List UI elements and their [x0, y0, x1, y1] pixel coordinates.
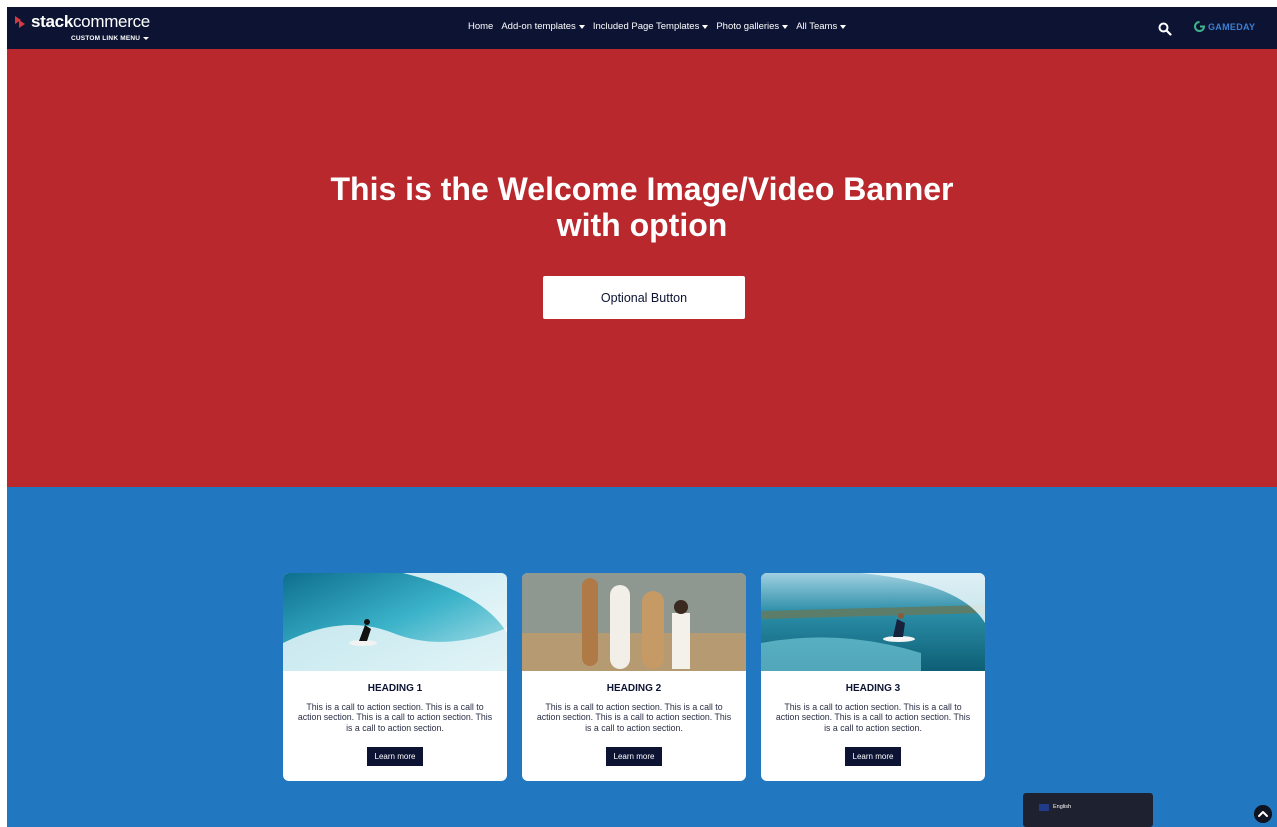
- caret-down-icon: [840, 24, 847, 29]
- caret-down-icon: [782, 24, 789, 29]
- nav-add-on-templates[interactable]: Add-on templates: [501, 21, 585, 32]
- gameday-logo[interactable]: GAMEDAY: [1194, 21, 1255, 32]
- caret-down-icon: [702, 24, 709, 29]
- nav-included-page-templates-label: Included Page Templates: [592, 21, 700, 32]
- card-2-learn-more-button[interactable]: Learn more: [606, 747, 662, 766]
- nav-photo-galleries[interactable]: Photo galleries: [716, 21, 789, 32]
- gameday-mark-icon: [1194, 21, 1205, 32]
- hero-title-line-1: This is the Welcome Image/Video Banner: [330, 171, 954, 207]
- cta-card-2: HEADING 2 This is a call to action secti…: [522, 573, 746, 781]
- page-frame: stackcommerce CUSTOM LINK MENU Home Add-…: [7, 7, 1277, 827]
- custom-link-menu[interactable]: CUSTOM LINK MENU: [71, 35, 150, 42]
- nav-add-on-templates-label: Add-on templates: [501, 21, 576, 32]
- chevron-up-icon[interactable]: [1254, 805, 1272, 823]
- custom-link-menu-label: CUSTOM LINK MENU: [71, 35, 141, 42]
- card-1-learn-more-button[interactable]: Learn more: [367, 747, 423, 766]
- nav-included-page-templates[interactable]: Included Page Templates: [593, 21, 709, 32]
- optional-button[interactable]: Optional Button: [543, 276, 745, 319]
- language-label: English: [1053, 804, 1072, 810]
- brand-name: stackcommerce: [31, 12, 150, 32]
- call-to-action-section: HEADING 1 This is a call to action secti…: [7, 487, 1277, 827]
- surfer-wave-image: [283, 573, 507, 671]
- language-selector[interactable]: English: [1023, 793, 1153, 827]
- cta-card-3: HEADING 3 This is a call to action secti…: [761, 573, 985, 781]
- nav-photo-galleries-label: Photo galleries: [716, 21, 780, 32]
- brand-logo[interactable]: stackcommerce CUSTOM LINK MENU: [13, 11, 163, 45]
- australia-flag-icon: [1039, 804, 1049, 811]
- stack-logo-icon: [15, 16, 25, 28]
- hero-title-line-2: with option: [556, 207, 728, 243]
- surfer-barrel-image: [761, 573, 985, 671]
- search-icon[interactable]: [1158, 22, 1172, 36]
- gameday-logo-text: GAMEDAY: [1208, 21, 1256, 32]
- brand-name-light: commerce: [72, 12, 150, 31]
- card-3-text: This is a call to action section. This i…: [775, 702, 971, 733]
- surfboards-shed-image: [522, 573, 746, 671]
- brand-name-bold: stack: [31, 12, 73, 31]
- card-3-learn-more-button[interactable]: Learn more: [845, 747, 901, 766]
- nav-home-label: Home: [468, 21, 494, 32]
- main-nav: Home Add-on templates Included Page Temp…: [468, 21, 854, 32]
- card-3-heading: HEADING 3: [845, 683, 901, 694]
- nav-home[interactable]: Home: [468, 21, 493, 32]
- nav-all-teams-label: All Teams: [796, 21, 838, 32]
- cta-card-1: HEADING 1 This is a call to action secti…: [283, 573, 507, 781]
- nav-all-teams[interactable]: All Teams: [796, 21, 847, 32]
- card-2-text: This is a call to action section. This i…: [536, 702, 732, 733]
- card-1-heading: HEADING 1: [367, 683, 423, 694]
- hero-banner: This is the Welcome Image/Video Banner w…: [7, 49, 1277, 487]
- hero-title: This is the Welcome Image/Video Banner w…: [292, 171, 992, 243]
- caret-down-icon: [578, 24, 585, 29]
- top-navbar: stackcommerce CUSTOM LINK MENU Home Add-…: [7, 7, 1277, 49]
- chevron-down-icon: [143, 36, 150, 40]
- card-1-text: This is a call to action section. This i…: [297, 702, 493, 733]
- card-2-heading: HEADING 2: [606, 683, 662, 694]
